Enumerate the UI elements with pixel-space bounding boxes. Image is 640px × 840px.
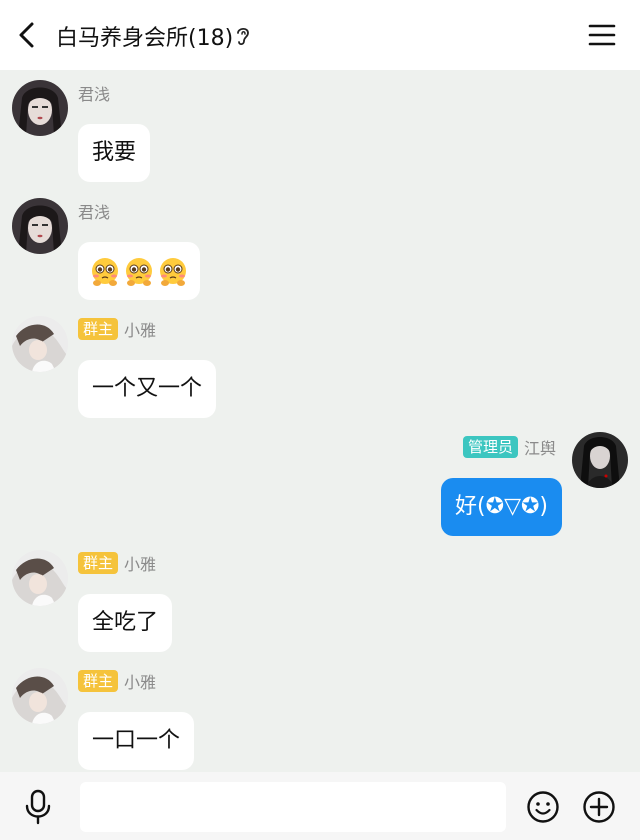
- message-item: 管理员 江舆 好(✪▽✪): [0, 432, 640, 542]
- ear-icon: [237, 27, 249, 46]
- message-item: 群主 小雅 一个又一个: [0, 314, 640, 424]
- message-item: 群主 小雅 一口一个: [0, 666, 640, 772]
- sender-name: 君浅: [78, 85, 111, 104]
- message-bubble[interactable]: 一个又一个: [78, 360, 217, 418]
- owner-badge: 群主: [78, 318, 119, 340]
- owner-badge: 群主: [78, 552, 119, 574]
- sender-name: 小雅: [124, 321, 157, 340]
- microphone-icon[interactable]: [20, 788, 56, 826]
- sender-name: 君浅: [78, 203, 111, 222]
- message-bubble[interactable]: 一口一个: [78, 712, 195, 770]
- message-bubble[interactable]: [78, 242, 200, 300]
- pleading-face-emoji: [160, 258, 186, 286]
- message-item: 君浅 我要: [0, 78, 640, 188]
- avatar[interactable]: [12, 80, 68, 136]
- admin-badge: 管理员: [462, 436, 518, 458]
- owner-badge: 群主: [78, 670, 119, 692]
- sender-line: 君浅: [78, 200, 110, 222]
- group-title[interactable]: 白马养身会所(18): [56, 20, 233, 52]
- input-bar: [0, 772, 640, 840]
- message-input[interactable]: [80, 782, 506, 832]
- message-bubble[interactable]: 好(✪▽✪): [441, 478, 562, 536]
- message-item: 群主 小雅 全吃了: [0, 548, 640, 658]
- sender-name: 小雅: [124, 673, 157, 692]
- sender-line: 管理员 江舆: [462, 436, 556, 458]
- avatar[interactable]: [12, 316, 68, 372]
- menu-button[interactable]: [586, 20, 618, 50]
- avatar[interactable]: [12, 550, 68, 606]
- back-button[interactable]: [12, 18, 44, 52]
- sender-line: 君浅: [78, 82, 110, 104]
- sender-line: 群主 小雅: [78, 318, 156, 340]
- smiley-icon[interactable]: [526, 790, 560, 824]
- sender-name: 江舆: [523, 439, 556, 458]
- avatar[interactable]: [12, 668, 68, 724]
- plus-circle-icon[interactable]: [582, 790, 616, 824]
- avatar[interactable]: [12, 198, 68, 254]
- chat-header: 白马养身会所(18): [0, 0, 640, 70]
- sender-line: 群主 小雅: [78, 670, 156, 692]
- message-item: 君浅: [0, 196, 640, 306]
- message-bubble[interactable]: 全吃了: [78, 594, 173, 652]
- avatar[interactable]: [572, 432, 628, 488]
- message-list[interactable]: 君浅 我要 君浅 群主 小雅 一个又一个 管理员 江舆 好(✪▽✪) 群主 小雅…: [0, 70, 640, 772]
- sender-name: 小雅: [124, 555, 157, 574]
- sender-line: 群主 小雅: [78, 552, 156, 574]
- pleading-face-emoji: [92, 258, 118, 286]
- pleading-face-emoji: [126, 258, 152, 286]
- message-bubble[interactable]: 我要: [78, 124, 151, 182]
